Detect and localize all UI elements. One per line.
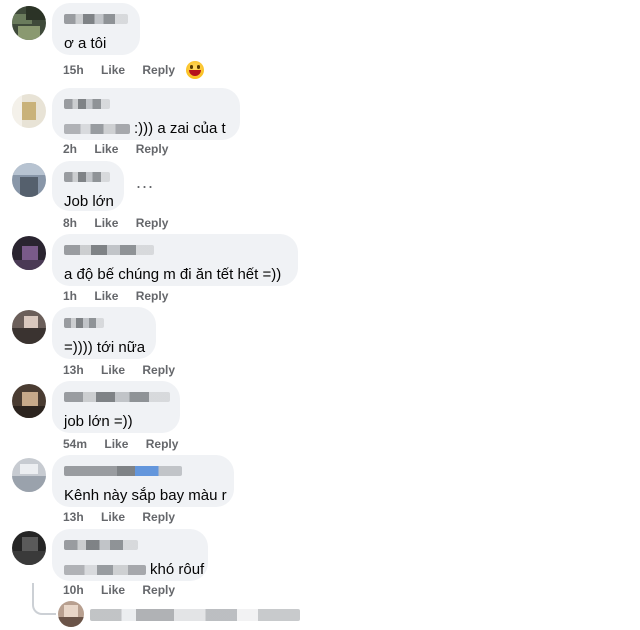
comment-actions: 13h Like Reply <box>63 363 189 377</box>
comment-text: Kênh này sắp bay màu r <box>64 487 227 504</box>
comment-bubble: a độ bế chúng m đi ăn tết hết =)) <box>52 234 298 286</box>
like-button[interactable]: Like <box>101 363 125 377</box>
author-name[interactable] <box>64 537 196 555</box>
comment-bubble: :))) a zai của t <box>52 88 240 140</box>
comment-time[interactable]: 1h <box>63 289 77 303</box>
avatar[interactable] <box>58 601 84 627</box>
reply-button[interactable]: Reply <box>142 63 175 77</box>
like-button[interactable]: Like <box>94 216 118 230</box>
avatar[interactable] <box>12 94 46 128</box>
comment-time[interactable]: 10h <box>63 583 84 597</box>
author-name[interactable] <box>64 11 128 29</box>
more-options-icon[interactable]: ... <box>136 172 154 193</box>
avatar[interactable] <box>12 458 46 492</box>
comment-text: job lớn =)) <box>64 413 133 430</box>
comment-text: ơ a tôi <box>64 35 107 52</box>
avatar[interactable] <box>12 163 46 197</box>
grinning-emoji-icon[interactable] <box>186 61 204 79</box>
comment-text: a độ bế chúng m đi ăn tết hết =)) <box>64 266 282 283</box>
comment-time[interactable]: 8h <box>63 216 77 230</box>
like-button[interactable]: Like <box>101 63 125 77</box>
comment-actions: 1h Like Reply <box>63 289 182 303</box>
reply-button[interactable]: Reply <box>146 437 179 451</box>
comment-time[interactable]: 2h <box>63 142 77 156</box>
comment-actions: 13h Like Reply <box>63 510 189 524</box>
comment-text: Job lớn <box>64 193 114 210</box>
avatar[interactable] <box>12 236 46 270</box>
comment-actions: 10h Like Reply <box>63 583 189 597</box>
comment-actions: 54m Like Reply <box>63 437 192 451</box>
like-button[interactable]: Like <box>94 142 118 156</box>
tagged-user[interactable] <box>64 565 146 576</box>
comment-time[interactable]: 15h <box>63 63 84 77</box>
reply-button[interactable]: Reply <box>136 289 169 303</box>
reply-button[interactable]: Reply <box>142 510 175 524</box>
avatar[interactable] <box>12 6 46 40</box>
reply-button[interactable]: Reply <box>142 583 175 597</box>
comment-bubble: ơ a tôi <box>52 3 140 55</box>
comment-bubble: =)))) tới nữa <box>52 307 156 359</box>
comment-time[interactable]: 13h <box>63 510 84 524</box>
comment-bubble: Job lớn <box>52 161 124 211</box>
comment-time[interactable]: 54m <box>63 437 87 451</box>
author-name[interactable] <box>64 389 170 407</box>
reply-button[interactable]: Reply <box>142 363 175 377</box>
avatar[interactable] <box>12 310 46 344</box>
tagged-user[interactable] <box>64 124 130 135</box>
reply-thread-line <box>32 583 56 615</box>
comment-actions: 8h Like Reply <box>63 216 182 230</box>
collapsed-reply-preview[interactable] <box>90 609 300 621</box>
author-name[interactable] <box>64 315 144 333</box>
comment-actions: 15h Like Reply <box>63 63 189 77</box>
comment-bubble: khó rôuf <box>52 529 208 581</box>
author-name[interactable] <box>64 242 286 260</box>
comment-text: khó rôuf <box>150 561 205 578</box>
comment-bubble: Kênh này sắp bay màu r <box>52 455 234 507</box>
avatar[interactable] <box>12 384 46 418</box>
author-name[interactable] <box>64 96 228 114</box>
comment-text: =)))) tới nữa <box>64 339 146 356</box>
reply-button[interactable]: Reply <box>136 216 169 230</box>
like-button[interactable]: Like <box>94 289 118 303</box>
comment-text: :))) a zai của t <box>134 120 226 137</box>
author-name[interactable] <box>64 169 112 187</box>
reply-button[interactable]: Reply <box>136 142 169 156</box>
like-button[interactable]: Like <box>101 583 125 597</box>
author-name[interactable] <box>64 463 222 481</box>
comment-bubble: job lớn =)) <box>52 381 180 433</box>
avatar[interactable] <box>12 531 46 565</box>
like-button[interactable]: Like <box>104 437 128 451</box>
like-button[interactable]: Like <box>101 510 125 524</box>
comment-time[interactable]: 13h <box>63 363 84 377</box>
comment-actions: 2h Like Reply <box>63 142 182 156</box>
